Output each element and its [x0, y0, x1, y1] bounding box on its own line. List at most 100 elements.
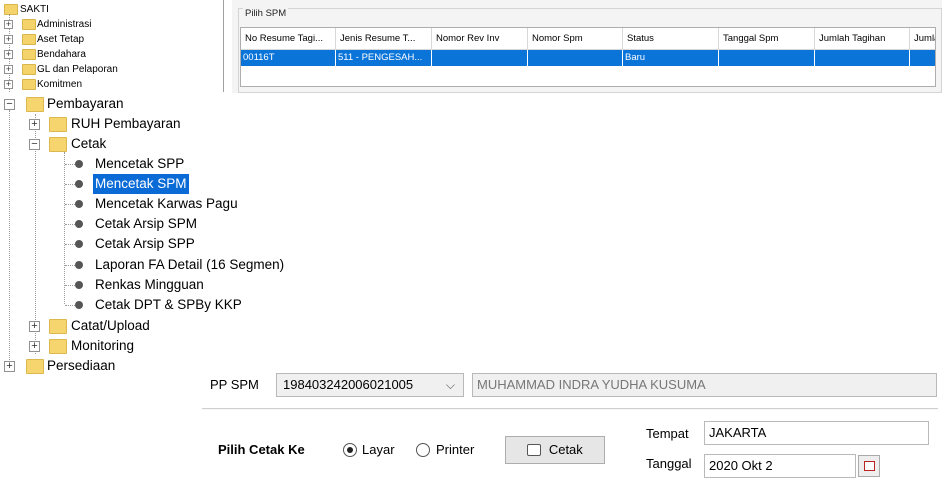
folder-icon — [22, 64, 36, 75]
printer-icon — [527, 443, 542, 456]
column-header[interactable]: No Resume Tagi... — [241, 28, 336, 50]
radio-layar[interactable] — [343, 443, 357, 457]
tree-item-label: Komitmen — [37, 79, 83, 90]
tree-item-label: Laporan FA Detail (16 Segmen) — [95, 257, 285, 272]
folder-icon — [22, 34, 36, 45]
tree-line — [65, 244, 75, 245]
bullet-icon — [75, 240, 83, 248]
tree-line — [65, 204, 75, 205]
pp-spm-name-field: MUHAMMAD INDRA YUDHA KUSUMA — [472, 373, 937, 397]
tree-item-label: Mencetak SPP — [95, 156, 185, 171]
folder-icon — [49, 339, 67, 354]
bullet-icon — [75, 180, 83, 188]
bullet-icon — [75, 301, 83, 309]
pp-spm-select[interactable]: 198403242006021005 ⌵ — [276, 373, 464, 397]
tree-item-label: Administrasi — [37, 19, 92, 30]
folder-icon — [49, 319, 67, 334]
tree-root-label: SAKTI — [20, 4, 49, 15]
tree-item-label: Cetak Arsip SPM — [95, 216, 198, 231]
navigation-tree-top: SAKTI + Administrasi + Aset Tetap + Bend… — [0, 0, 224, 96]
cetak-button[interactable]: Cetak — [505, 436, 605, 464]
table-cell[interactable]: Baru — [623, 50, 719, 66]
cetak-button-label: Cetak — [548, 442, 583, 457]
table-cell[interactable] — [719, 50, 815, 66]
tree-line — [9, 110, 10, 372]
folder-icon — [22, 19, 36, 30]
tree-line — [65, 305, 75, 306]
tree-item-label: RUH Pembayaran — [71, 116, 181, 131]
tree-line — [65, 184, 75, 185]
column-header[interactable]: Tanggal Spm — [719, 28, 815, 50]
table-cell[interactable] — [910, 50, 935, 66]
column-header[interactable]: Nomor Spm — [528, 28, 623, 50]
collapse-icon[interactable]: − — [29, 139, 40, 150]
expand-icon[interactable]: + — [4, 361, 15, 372]
expand-icon[interactable]: + — [29, 321, 40, 332]
tree-item-label-selected: Mencetak SPM — [93, 174, 189, 194]
separator — [202, 408, 938, 410]
tree-item-label: Catat/Upload — [71, 318, 150, 333]
folder-icon — [22, 49, 36, 60]
tanggal-input[interactable]: 2020 Okt 2 — [704, 454, 856, 478]
tree-line — [64, 152, 65, 304]
calendar-button[interactable] — [858, 455, 880, 477]
folder-icon — [49, 137, 67, 152]
tree-line — [65, 265, 75, 266]
tree-item-label: Mencetak Karwas Pagu — [95, 196, 238, 211]
tree-item-label: Cetak — [71, 136, 107, 151]
expand-icon[interactable]: + — [29, 119, 40, 130]
radio-layar-label[interactable]: Layar — [362, 442, 395, 457]
tree-item-label: Persediaan — [47, 358, 116, 373]
bullet-icon — [75, 220, 83, 228]
column-header[interactable]: Jenis Resume T... — [336, 28, 432, 50]
tree-item-label: Aset Tetap — [37, 34, 85, 45]
column-header[interactable]: Nomor Rev Inv — [432, 28, 528, 50]
tree-item-label: Renkas Mingguan — [95, 277, 204, 292]
tree-line — [35, 114, 36, 354]
tree-item-label: Cetak Arsip SPP — [95, 236, 195, 251]
expand-icon[interactable]: + — [4, 35, 13, 44]
table-cell[interactable]: 00116T — [241, 50, 336, 66]
pp-spm-value: 198403242006021005 — [283, 377, 414, 392]
expand-icon[interactable]: + — [4, 65, 13, 74]
pilih-spm-panel: Pilih SPM No Resume Tagi... Jenis Resume… — [232, 0, 942, 93]
calendar-icon — [864, 461, 875, 471]
table-cell[interactable] — [528, 50, 623, 66]
table-cell[interactable] — [432, 50, 528, 66]
tree-item-label: Cetak DPT & SPBy KKP — [95, 297, 242, 312]
pp-spm-label: PP SPM — [210, 377, 259, 392]
bullet-icon — [75, 200, 83, 208]
table-cell[interactable] — [815, 50, 910, 66]
tree-line — [65, 224, 75, 225]
print-form: PP SPM 198403242006021005 ⌵ MUHAMMAD IND… — [200, 370, 942, 483]
bullet-icon — [75, 160, 83, 168]
column-header[interactable]: Jumla — [910, 28, 935, 50]
expand-icon[interactable]: + — [29, 341, 40, 352]
column-header[interactable]: Status — [623, 28, 719, 50]
group-title: Pilih SPM — [243, 8, 289, 19]
folder-icon — [49, 117, 67, 132]
column-header[interactable]: Jumlah Tagihan — [815, 28, 910, 50]
chevron-down-icon: ⌵ — [445, 378, 455, 392]
tree-line — [65, 164, 75, 165]
folder-icon — [4, 4, 18, 15]
radio-printer-label[interactable]: Printer — [436, 442, 474, 457]
collapse-icon[interactable]: − — [4, 99, 15, 110]
spm-grid[interactable]: No Resume Tagi... Jenis Resume T... Nomo… — [240, 27, 936, 87]
tree-item-label: Bendahara — [37, 49, 86, 60]
expand-icon[interactable]: + — [4, 50, 13, 59]
bullet-icon — [75, 261, 83, 269]
folder-icon — [22, 79, 36, 90]
folder-icon — [26, 359, 44, 374]
tree-item-label: GL dan Pelaporan — [37, 64, 118, 75]
navigation-tree-zoomed: − Pembayaran + RUH Pembayaran − Cetak Me… — [0, 92, 296, 392]
expand-icon[interactable]: + — [4, 80, 13, 89]
tanggal-label: Tanggal — [646, 456, 692, 471]
bullet-icon — [75, 281, 83, 289]
table-cell[interactable]: 511 - PENGESAH... — [336, 50, 432, 66]
folder-icon — [26, 97, 44, 112]
expand-icon[interactable]: + — [4, 20, 13, 29]
tempat-input[interactable]: JAKARTA — [704, 421, 929, 445]
pilih-cetak-label: Pilih Cetak Ke — [218, 442, 305, 457]
radio-printer[interactable] — [416, 443, 430, 457]
